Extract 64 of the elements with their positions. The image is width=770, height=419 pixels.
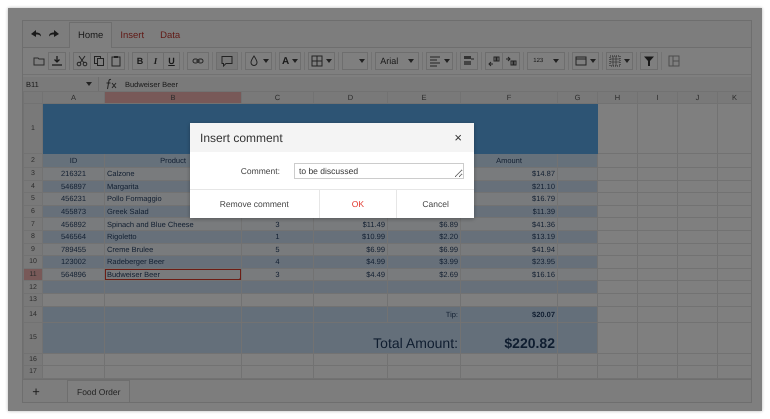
- grid-dots-icon: [609, 55, 622, 67]
- borders-button[interactable]: [308, 52, 336, 70]
- ribbon-tab[interactable]: Insert: [112, 23, 152, 47]
- comment-button[interactable]: [216, 52, 238, 70]
- caret-icon: [624, 59, 630, 63]
- caret-icon: [553, 59, 560, 63]
- caret-icon: [590, 59, 596, 63]
- caret-icon: [292, 59, 298, 63]
- paste-button[interactable]: [108, 52, 125, 70]
- grid-icon: [311, 55, 324, 67]
- dialog-button[interactable]: Cancel: [396, 190, 474, 218]
- caret-icon: [326, 59, 332, 63]
- underline-button[interactable]: U: [164, 52, 180, 70]
- add-sheet-button[interactable]: +: [23, 380, 49, 402]
- caret-icon: [444, 59, 450, 63]
- align-button[interactable]: [426, 52, 454, 70]
- text-wrap-icon: [463, 55, 476, 67]
- field-label: Comment:: [240, 166, 280, 176]
- folder-icon: [33, 55, 45, 67]
- fill-color-button[interactable]: [245, 52, 272, 70]
- comment-field[interactable]: to be discussed: [294, 162, 464, 178]
- table-icon: [575, 55, 588, 67]
- caret-icon: [408, 59, 414, 63]
- decimal-arrow-icon: [505, 55, 518, 67]
- decrease-decimals-button[interactable]: [503, 52, 520, 70]
- wrap-button[interactable]: [460, 52, 478, 70]
- speech-bubble-icon: [221, 55, 233, 67]
- align-left-icon: [429, 55, 442, 67]
- ribbon-tab[interactable]: Data: [152, 23, 188, 47]
- close-button[interactable]: ×: [452, 130, 464, 145]
- italic-button[interactable]: I: [148, 52, 164, 70]
- conditional-format-button[interactable]: [606, 52, 634, 70]
- border-style-button[interactable]: [572, 52, 600, 70]
- freeze-panes-icon: [668, 55, 680, 67]
- download-button[interactable]: [48, 52, 66, 70]
- drop-icon: [248, 55, 260, 67]
- function-icon: [105, 78, 119, 90]
- increase-decimals-button[interactable]: [485, 52, 504, 70]
- ribbon-tab[interactable]: Home: [69, 22, 112, 48]
- dialog-button[interactable]: OK: [318, 190, 396, 218]
- dialog-button[interactable]: Remove comment: [190, 190, 319, 218]
- copy-button[interactable]: [91, 52, 108, 70]
- bold-button[interactable]: B: [132, 52, 148, 70]
- decimal-arrow-icon: [488, 55, 500, 67]
- redo-arrow-icon: [48, 28, 60, 40]
- sheet-tab[interactable]: Food Order: [67, 380, 130, 402]
- caret-icon: [263, 59, 269, 63]
- summary-value: $220.82: [504, 334, 555, 351]
- scissors-icon: [76, 55, 88, 67]
- caret-icon: [86, 82, 92, 86]
- clipboard-icon: [110, 55, 122, 67]
- filter-icon: [643, 55, 656, 67]
- filter-button[interactable]: [640, 52, 658, 70]
- link-button[interactable]: [187, 52, 209, 70]
- undo-arrow-icon: [30, 28, 42, 40]
- font-family-dropdown[interactable]: Arial: [375, 52, 420, 70]
- font-size-dropdown[interactable]: [342, 52, 368, 70]
- copy-icon: [93, 55, 105, 67]
- cut-button[interactable]: [73, 52, 91, 70]
- download-icon: [51, 55, 63, 67]
- caret-icon: [359, 59, 366, 63]
- dialog-title: Insert comment: [200, 130, 283, 144]
- font-color-button[interactable]: A: [279, 52, 302, 70]
- summary-label: Total Amount:: [373, 334, 458, 351]
